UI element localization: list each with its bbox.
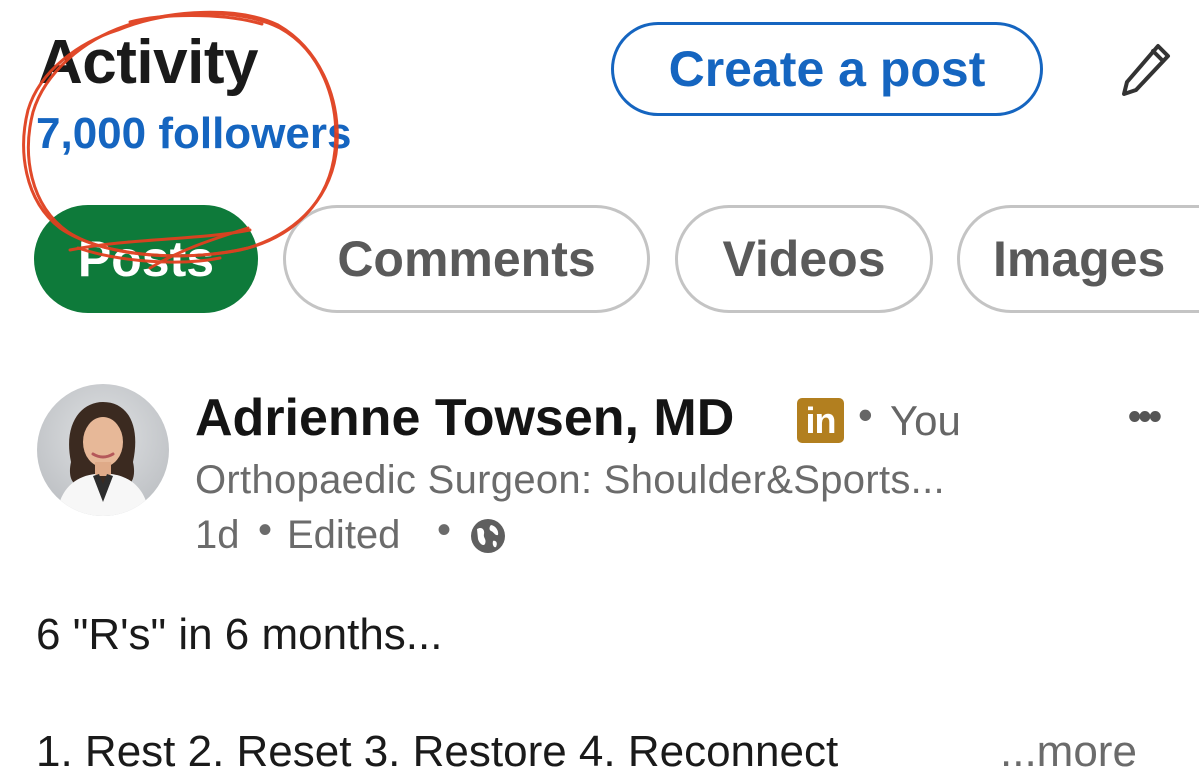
tab-comments[interactable]: Comments (283, 205, 650, 313)
tab-videos[interactable]: Videos (675, 205, 933, 313)
separator-dot: • (437, 508, 452, 552)
page-title: Activity (38, 28, 258, 97)
linkedin-badge-icon: in (797, 398, 844, 443)
tab-posts[interactable]: Posts (34, 205, 258, 313)
post-text-line: 1. Rest 2. Reset 3. Restore 4. Reconnect (36, 727, 839, 776)
author-name[interactable]: Adrienne Towsen, MD (195, 392, 734, 444)
see-more-link[interactable]: ...more (1000, 730, 1137, 774)
separator-dot: • (858, 391, 873, 438)
avatar[interactable] (37, 384, 169, 516)
pencil-icon[interactable] (1118, 40, 1174, 100)
relation-label: You (890, 397, 961, 444)
post-text-line: 6 "R's" in 6 months... (36, 610, 443, 659)
author-headline: Orthopaedic Surgeon: Shoulder&Sports... (195, 458, 945, 502)
edited-label: Edited (287, 513, 401, 557)
separator-dot: • (258, 508, 273, 552)
followers-link[interactable]: 7,000 followers (36, 112, 351, 156)
post-time: 1d (195, 513, 240, 557)
create-post-button[interactable]: Create a post (611, 22, 1043, 116)
tab-images[interactable]: Images (957, 205, 1199, 313)
globe-icon (471, 519, 505, 553)
more-options-icon[interactable]: ••• (1128, 398, 1162, 436)
